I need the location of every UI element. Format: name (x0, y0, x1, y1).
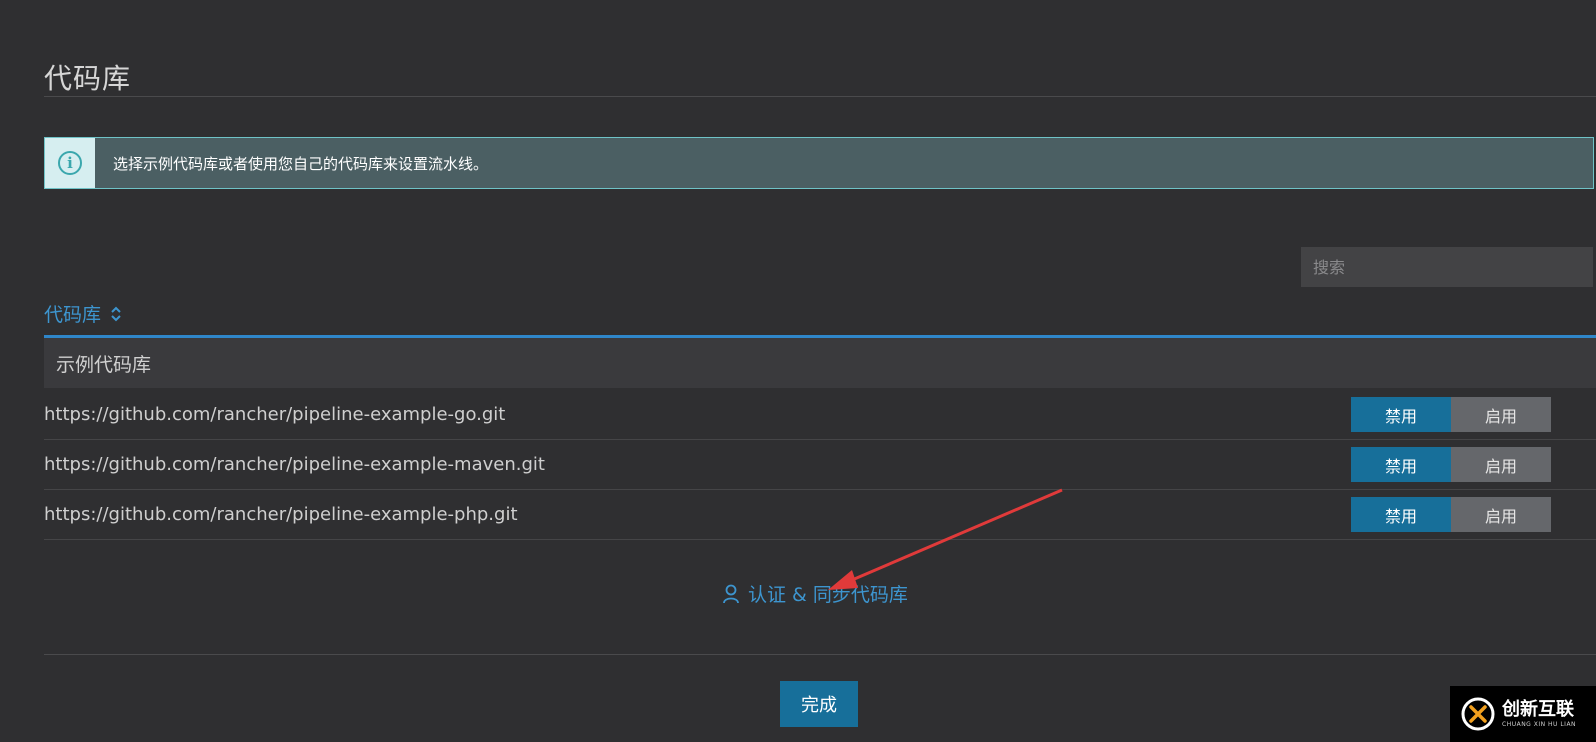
auth-sync-repos-link[interactable]: 认证 & 同步代码库 (722, 580, 908, 607)
info-banner-text: 选择示例代码库或者使用您自己的代码库来设置流水线。 (113, 154, 489, 173)
watermark-sub-text: CHUANG XIN HU LIAN (1502, 720, 1577, 728)
group-row-example-repos: 示例代码库 (44, 338, 1596, 388)
disable-button[interactable]: 禁用 (1351, 397, 1451, 432)
pipeline-repository-page: 代码库 i 选择示例代码库或者使用您自己的代码库来设置流水线。 代码库 示例代码… (0, 0, 1596, 742)
enable-toggle-group: 禁用 启用 (1351, 497, 1551, 532)
disable-button[interactable]: 禁用 (1351, 447, 1451, 482)
column-header-repository[interactable]: 代码库 (44, 300, 123, 327)
auth-sync-repos-label: 认证 & 同步代码库 (748, 584, 908, 606)
repo-url: https://github.com/rancher/pipeline-exam… (44, 454, 545, 475)
watermark-logo: 创新互联 CHUANG XIN HU LIAN (1450, 686, 1596, 742)
table-row: https://github.com/rancher/pipeline-exam… (44, 490, 1596, 540)
info-banner: i 选择示例代码库或者使用您自己的代码库来设置流水线。 (44, 137, 1594, 189)
table-row: https://github.com/rancher/pipeline-exam… (44, 440, 1596, 490)
sort-updown-icon (111, 306, 121, 321)
repo-url: https://github.com/rancher/pipeline-exam… (44, 404, 506, 425)
enable-toggle-group: 禁用 启用 (1351, 447, 1551, 482)
search-input[interactable] (1301, 247, 1593, 287)
table-row: https://github.com/rancher/pipeline-exam… (44, 390, 1596, 440)
info-icon-container: i (45, 138, 95, 188)
group-row-label: 示例代码库 (56, 353, 152, 376)
enable-toggle-group: 禁用 启用 (1351, 397, 1551, 432)
watermark-logo-icon (1461, 697, 1495, 731)
info-icon: i (58, 151, 82, 175)
column-header-label: 代码库 (44, 304, 102, 326)
enable-button[interactable]: 启用 (1451, 397, 1551, 432)
title-divider (44, 96, 1596, 97)
done-button[interactable]: 完成 (780, 681, 858, 727)
user-icon (723, 584, 739, 603)
page-title: 代码库 (44, 61, 132, 95)
watermark-main-text: 创新互联 (1502, 698, 1574, 720)
enable-button[interactable]: 启用 (1451, 447, 1551, 482)
footer-divider (44, 654, 1596, 655)
repo-url: https://github.com/rancher/pipeline-exam… (44, 504, 518, 525)
watermark-text: 创新互联 CHUANG XIN HU LIAN (1502, 698, 1577, 728)
enable-button[interactable]: 启用 (1451, 497, 1551, 532)
disable-button[interactable]: 禁用 (1351, 497, 1451, 532)
